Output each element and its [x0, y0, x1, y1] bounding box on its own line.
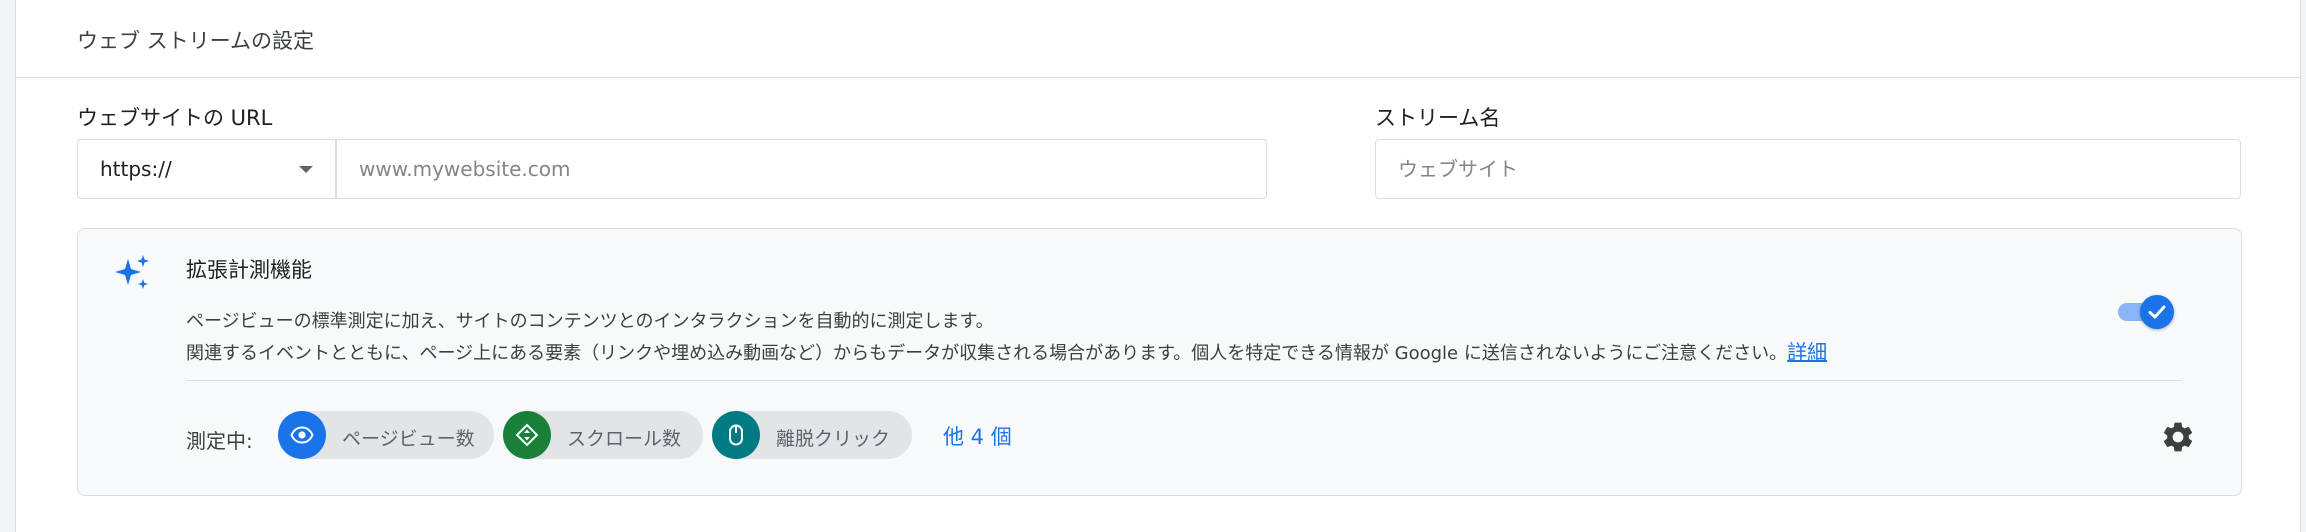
description-line-2-text: 関連するイベントとともに、ページ上にある要素（リンクや埋め込み動画など）からもデ… [186, 343, 1788, 364]
website-url-label: ウェブサイトの URL [77, 106, 273, 130]
web-stream-settings-card: ウェブ ストリームの設定 ウェブサイトの URL https:// ストリーム名… [15, 0, 2301, 532]
dropdown-arrow-icon [299, 166, 313, 173]
enhanced-measurement-description-1: ページビューの標準測定に加え、サイトのコンテンツとのインタラクションを自動的に測… [186, 311, 994, 332]
panel-divider [186, 380, 2182, 381]
eye-icon [278, 411, 326, 459]
chip-label: 離脱クリック [776, 428, 891, 450]
protocol-select-value: https:// [100, 157, 172, 181]
website-url-input[interactable] [336, 139, 1267, 199]
more-events-link[interactable]: 他 4 個 [943, 421, 1012, 451]
enhanced-measurement-description-2: 関連するイベントとともに、ページ上にある要素（リンクや埋め込み動画など）からもデ… [186, 336, 1827, 365]
chip-outbound-clicks[interactable]: 離脱クリック [712, 411, 912, 459]
chip-page-views[interactable]: ページビュー数 [278, 411, 494, 459]
chip-scrolls[interactable]: スクロール数 [503, 411, 703, 459]
learn-more-link[interactable]: 詳細 [1787, 340, 1827, 364]
protocol-select[interactable]: https:// [77, 139, 336, 199]
stream-name-input[interactable] [1375, 139, 2241, 199]
enhanced-measurement-title: 拡張計測機能 [186, 258, 312, 282]
check-icon [2148, 305, 2166, 319]
enhanced-measurement-toggle[interactable] [2118, 293, 2174, 329]
scroll-icon [503, 411, 551, 459]
chip-label: スクロール数 [567, 428, 682, 450]
sparkle-icon [112, 253, 152, 293]
measuring-label: 測定中: [186, 429, 253, 453]
card-header: ウェブ ストリームの設定 [16, 0, 2300, 78]
gear-icon[interactable] [2160, 419, 2196, 455]
mouse-icon [712, 411, 760, 459]
stream-name-label: ストリーム名 [1375, 106, 1501, 130]
card-title: ウェブ ストリームの設定 [77, 29, 315, 53]
chip-label: ページビュー数 [342, 428, 475, 450]
toggle-thumb [2140, 295, 2174, 329]
enhanced-measurement-panel: 拡張計測機能 ページビューの標準測定に加え、サイトのコンテンツとのインタラクショ… [77, 228, 2242, 496]
